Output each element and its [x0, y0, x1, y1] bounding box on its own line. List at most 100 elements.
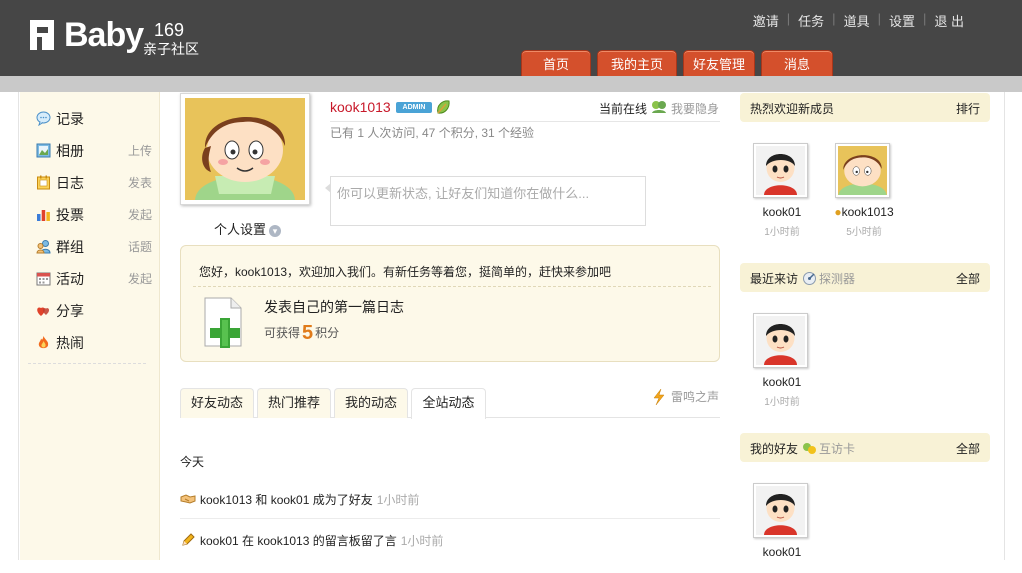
cartoon-avatar-icon [833, 146, 892, 195]
reward-prefix: 可获得 [264, 326, 301, 340]
personal-settings-link[interactable]: 个人设置 ▾ [214, 219, 282, 238]
profile-divider [330, 121, 720, 122]
my-friends-label: 我的好友 [750, 442, 799, 456]
logo-number: 169 [154, 20, 185, 40]
invite-link[interactable]: 邀请 [745, 11, 787, 30]
sidebar-item-record[interactable]: 记录 [36, 109, 164, 129]
sidebar-label: 群组 [56, 239, 84, 255]
sidebar-action-post[interactable]: 发表 [128, 174, 152, 191]
visitors-all-link[interactable]: 全部 [956, 270, 980, 287]
new-members-title: 热烈欢迎新成员 [750, 102, 835, 116]
default-avatar-icon [756, 146, 805, 195]
sidebar-action-start-event[interactable]: 发起 [128, 270, 152, 287]
admin-badge: ADMIN [396, 102, 432, 113]
sidebar-item-diary[interactable]: 日志 发表 [36, 173, 164, 193]
sidebar-action-topic[interactable]: 话题 [128, 238, 152, 255]
sidebar-item-event[interactable]: 活动 发起 [36, 269, 164, 289]
member-avatar[interactable] [753, 143, 808, 198]
recent-visitors-title: 最近来访 探测器 [750, 270, 855, 287]
feed-message[interactable]: kook1013 和 kook01 成为了好友 [200, 493, 373, 507]
nav-home[interactable]: 首页 [521, 50, 591, 78]
member-avatar[interactable] [753, 313, 808, 368]
sidebar-item-group[interactable]: 群组 话题 [36, 237, 164, 257]
sidebar-item-hot[interactable]: 热闹 [36, 333, 164, 353]
sidebar-action-start-vote[interactable]: 发起 [128, 206, 152, 223]
radar-icon [803, 272, 817, 285]
feed-item: kook01 在 kook1013 的留言板留了言 1小时前 [180, 532, 720, 572]
leaf-badge-icon [437, 100, 450, 114]
member-name[interactable]: kook01 [741, 375, 823, 389]
invisible-mode-link[interactable]: 我要隐身 [671, 100, 719, 117]
header-bar: Baby 169 亲子社区 邀请 | 任务 | 道具 | 设置 | 退 出 首页 我的主… [0, 0, 1022, 78]
pencil-icon [182, 533, 195, 546]
tab-site-feed[interactable]: 全站动态 [411, 388, 486, 419]
photo-album-icon [36, 143, 51, 158]
tab-friend-feed[interactable]: 好友动态 [180, 388, 254, 418]
welcome-greeting: 您好，kook1013，欢迎加入我们。有新任务等着您，挺简单的，赶快来参加吧 [199, 265, 612, 279]
task-title[interactable]: 发表自己的第一篇日志 [264, 297, 404, 317]
cartoon-avatar-icon [185, 98, 305, 200]
handshake-icon [180, 494, 196, 504]
sidebar-action-upload[interactable]: 上传 [128, 142, 152, 159]
diary-icon [37, 175, 50, 190]
friends-all-link[interactable]: 全部 [956, 440, 980, 457]
member-avatar[interactable] [833, 143, 892, 198]
left-sidebar: 记录 相册 上传 日志 发表 投票 发起 群组 话题 活动 发起 分享 热闹 [20, 92, 160, 560]
group-people-icon [36, 240, 51, 254]
sidebar-label: 投票 [56, 207, 84, 223]
sidebar-item-album[interactable]: 相册 上传 [36, 141, 164, 161]
tab-my-feed[interactable]: 我的动态 [334, 388, 408, 418]
detector-link[interactable]: 探测器 [819, 272, 855, 286]
nav-my-home[interactable]: 我的主页 [597, 50, 677, 78]
sidebar-item-vote[interactable]: 投票 发起 [36, 205, 164, 225]
member-card[interactable]: ●kook1013 5小时前 [823, 143, 905, 238]
chevron-down-icon: ▾ [269, 224, 282, 237]
feed-text: kook01 在 kook1013 的留言板留了言 1小时前 [200, 532, 443, 549]
sidebar-divider [28, 363, 146, 364]
default-avatar-icon [756, 486, 805, 535]
logo-subtitle: 亲子社区 [143, 41, 199, 57]
member-name[interactable]: kook01 [741, 205, 823, 219]
profile-username[interactable]: kook1013 [330, 99, 391, 115]
online-people-icon [652, 101, 666, 113]
fire-icon [38, 336, 49, 349]
personal-settings-label: 个人设置 [214, 222, 267, 237]
feed-day-label: 今天 [180, 455, 205, 469]
nav-messages[interactable]: 消息 [761, 50, 833, 78]
status-update-input[interactable]: 你可以更新状态, 让好友们知道你在做什么... [325, 176, 646, 226]
member-name[interactable]: ●kook1013 [823, 205, 905, 219]
main-nav: 首页 我的主页 好友管理 消息 [521, 50, 839, 78]
member-time: 5小时前 [846, 227, 882, 238]
feed-text: kook1013 和 kook01 成为了好友 1小时前 [200, 491, 419, 508]
share-hearts-icon [37, 307, 50, 316]
sidebar-label: 相册 [56, 143, 84, 159]
member-name[interactable]: kook01 [741, 545, 823, 559]
feed-message[interactable]: kook01 在 kook1013 的留言板留了言 [200, 534, 397, 548]
recent-visitors-label: 最近来访 [750, 272, 799, 286]
ranking-link[interactable]: 排行 [956, 100, 980, 117]
logo-text: Baby [64, 16, 144, 54]
visit-card-icon [803, 443, 817, 454]
settings-link[interactable]: 设置 [881, 11, 923, 30]
nav-friend-management[interactable]: 好友管理 [683, 50, 755, 78]
lightbulb-icon: ● [834, 205, 842, 219]
member-card[interactable]: kook01 1小时前 [741, 313, 823, 408]
sidebar-label: 记录 [56, 111, 84, 127]
logout-link[interactable]: 退 出 [926, 11, 972, 30]
thunder-voice-link[interactable]: 雷鸣之声 [671, 388, 719, 405]
tab-hot-recommend[interactable]: 热门推荐 [257, 388, 331, 418]
props-link[interactable]: 道具 [836, 11, 878, 30]
member-card[interactable]: kook01 1小时前 [741, 143, 823, 238]
logo-mark-icon [30, 20, 54, 50]
reward-suffix: 积分 [315, 326, 340, 340]
header-divider-strip [0, 76, 1022, 92]
member-time: 1小时前 [764, 227, 800, 238]
member-avatar[interactable] [753, 483, 808, 538]
member-time: 1小时前 [764, 397, 800, 408]
sidebar-item-share[interactable]: 分享 [36, 301, 164, 321]
visit-card-link[interactable]: 互访卡 [819, 442, 855, 456]
tasks-link[interactable]: 任务 [790, 11, 832, 30]
new-document-icon[interactable] [203, 296, 243, 348]
sidebar-label: 热闹 [56, 335, 84, 351]
profile-avatar[interactable] [180, 93, 310, 205]
